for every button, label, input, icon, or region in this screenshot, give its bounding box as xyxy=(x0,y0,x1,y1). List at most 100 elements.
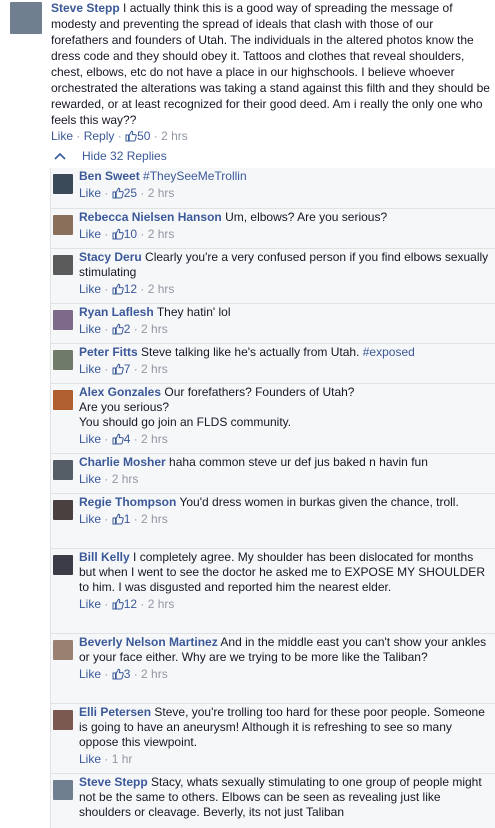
thumbs-up-icon xyxy=(112,228,124,240)
reply-item: Alex Gonzales Our forefathers? Founders … xyxy=(50,383,495,446)
separator: · xyxy=(101,186,112,200)
like-count-value: 25 xyxy=(123,186,138,200)
like-count[interactable]: 2 xyxy=(112,322,130,336)
separator: · xyxy=(130,322,142,336)
like-link[interactable]: Like xyxy=(79,512,101,526)
avatar[interactable] xyxy=(53,500,73,520)
separator: · xyxy=(101,322,112,336)
reply-actions: Like · 2 hrs xyxy=(79,471,489,487)
reply-actions: Like · 12 · 2 hrs xyxy=(79,596,489,612)
hashtag-link[interactable]: #exposed xyxy=(359,345,415,359)
reply-author[interactable]: Beverly Nelson Martinez xyxy=(79,635,218,649)
timestamp[interactable]: 2 hrs xyxy=(148,227,175,241)
separator: · xyxy=(101,752,112,766)
timestamp[interactable]: 2 hrs xyxy=(161,129,188,143)
avatar[interactable] xyxy=(53,310,73,330)
like-link[interactable]: Like xyxy=(79,597,101,611)
like-count[interactable]: 1 xyxy=(112,512,130,526)
reply-author[interactable]: Steve Stepp xyxy=(79,775,148,789)
separator: · xyxy=(137,227,148,241)
reply-actions: Like · 3 · 2 hrs xyxy=(79,666,489,682)
like-count[interactable]: 7 xyxy=(112,362,130,376)
reply-author[interactable]: Ryan Laflesh xyxy=(79,305,154,319)
timestamp[interactable]: 2 hrs xyxy=(148,186,175,200)
timestamp[interactable]: 2 hrs xyxy=(148,282,175,296)
reply-author[interactable]: Rebecca Nielsen Hanson xyxy=(79,210,222,224)
like-link[interactable]: Like xyxy=(79,667,101,681)
avatar[interactable] xyxy=(53,215,73,235)
comment-text: I actually think this is a good way of s… xyxy=(51,1,490,127)
reply-item: Ryan Laflesh They hatin' lol Like · 2 · 2… xyxy=(50,303,495,336)
reply-item: Beverly Nelson Martinez And in the middl… xyxy=(50,633,495,681)
separator: · xyxy=(130,667,142,681)
reply-item: Peter Fitts Steve talking like he's actu… xyxy=(50,343,495,376)
hide-replies-button[interactable]: Hide 32 Replies xyxy=(50,147,167,165)
like-link[interactable]: Like xyxy=(79,752,101,766)
timestamp[interactable]: 2 hrs xyxy=(148,597,175,611)
like-count[interactable]: 12 xyxy=(112,282,137,296)
reply-text: They hatin' lol xyxy=(156,305,231,319)
reply-author[interactable]: Bill Kelly xyxy=(79,550,130,564)
timestamp[interactable]: 2 hrs xyxy=(141,667,168,681)
avatar[interactable] xyxy=(53,780,73,800)
reply-content: Ben Sweet #TheySeeMeTrollin xyxy=(79,169,489,184)
reply-link[interactable]: Reply xyxy=(84,129,115,143)
avatar[interactable] xyxy=(53,174,73,194)
like-count[interactable]: 12 xyxy=(112,597,137,611)
reply-actions: Like · 2 · 2 hrs xyxy=(79,321,489,337)
like-count[interactable]: 3 xyxy=(112,667,130,681)
reply-author[interactable]: Ben Sweet xyxy=(79,169,140,183)
timestamp[interactable]: 2 hrs xyxy=(141,512,168,526)
like-link[interactable]: Like xyxy=(79,227,101,241)
avatar[interactable] xyxy=(10,2,42,34)
like-count-value: 12 xyxy=(123,282,138,296)
reply-author[interactable]: Peter Fitts xyxy=(79,345,138,359)
like-link[interactable]: Like xyxy=(79,472,101,486)
separator: · xyxy=(130,512,142,526)
reply-author[interactable]: Elli Petersen xyxy=(79,705,151,719)
reply-actions: Like · 1 · 2 hrs xyxy=(79,511,489,527)
timestamp[interactable]: 2 hrs xyxy=(141,322,168,336)
like-count[interactable]: 50 xyxy=(125,129,150,143)
separator: · xyxy=(101,362,112,376)
reply-body: Bill Kelly I completely agree. My should… xyxy=(79,550,489,612)
reply-author[interactable]: Charlie Mosher xyxy=(79,455,166,469)
reply-body: Stacy Deru Clearly you're a very confuse… xyxy=(79,250,489,297)
avatar[interactable] xyxy=(53,255,73,275)
separator: · xyxy=(130,362,142,376)
like-link[interactable]: Like xyxy=(79,282,101,296)
comment-body: Steve Stepp I actually think this is a g… xyxy=(51,0,491,144)
timestamp[interactable]: 1 hr xyxy=(112,752,133,766)
comment-author[interactable]: Steve Stepp xyxy=(51,1,120,15)
like-link[interactable]: Like xyxy=(51,129,73,143)
reply-author[interactable]: Regie Thompson xyxy=(79,495,176,509)
reply-body: Rebecca Nielsen Hanson Um, elbows? Are y… xyxy=(79,210,489,242)
like-link[interactable]: Like xyxy=(79,322,101,336)
like-count[interactable]: 4 xyxy=(112,432,130,446)
reply-author[interactable]: Stacy Deru xyxy=(79,250,142,264)
reply-content: Rebecca Nielsen Hanson Um, elbows? Are y… xyxy=(79,210,489,225)
timestamp[interactable]: 2 hrs xyxy=(141,362,168,376)
like-link[interactable]: Like xyxy=(79,186,101,200)
avatar[interactable] xyxy=(53,460,73,480)
avatar[interactable] xyxy=(53,350,73,370)
reply-author[interactable]: Alex Gonzales xyxy=(79,385,161,399)
avatar[interactable] xyxy=(53,640,73,660)
avatar[interactable] xyxy=(53,390,73,410)
separator: · xyxy=(137,186,148,200)
timestamp[interactable]: 2 hrs xyxy=(112,472,139,486)
reply-content: Elli Petersen Steve, you're trolling too… xyxy=(79,705,489,750)
like-count[interactable]: 10 xyxy=(112,227,137,241)
reply-body: Steve Stepp Stacy, whats sexually stimul… xyxy=(79,775,489,820)
separator: · xyxy=(101,227,112,241)
like-link[interactable]: Like xyxy=(79,432,101,446)
like-count[interactable]: 25 xyxy=(112,186,137,200)
timestamp[interactable]: 2 hrs xyxy=(141,432,168,446)
reply-body: Peter Fitts Steve talking like he's actu… xyxy=(79,345,489,377)
like-link[interactable]: Like xyxy=(79,362,101,376)
reply-actions: Like · 7 · 2 hrs xyxy=(79,361,489,377)
avatar[interactable] xyxy=(53,710,73,730)
hashtag-link[interactable]: #TheySeeMeTrollin xyxy=(143,169,247,183)
avatar[interactable] xyxy=(53,555,73,575)
hide-replies-label: Hide 32 Replies xyxy=(82,149,167,163)
